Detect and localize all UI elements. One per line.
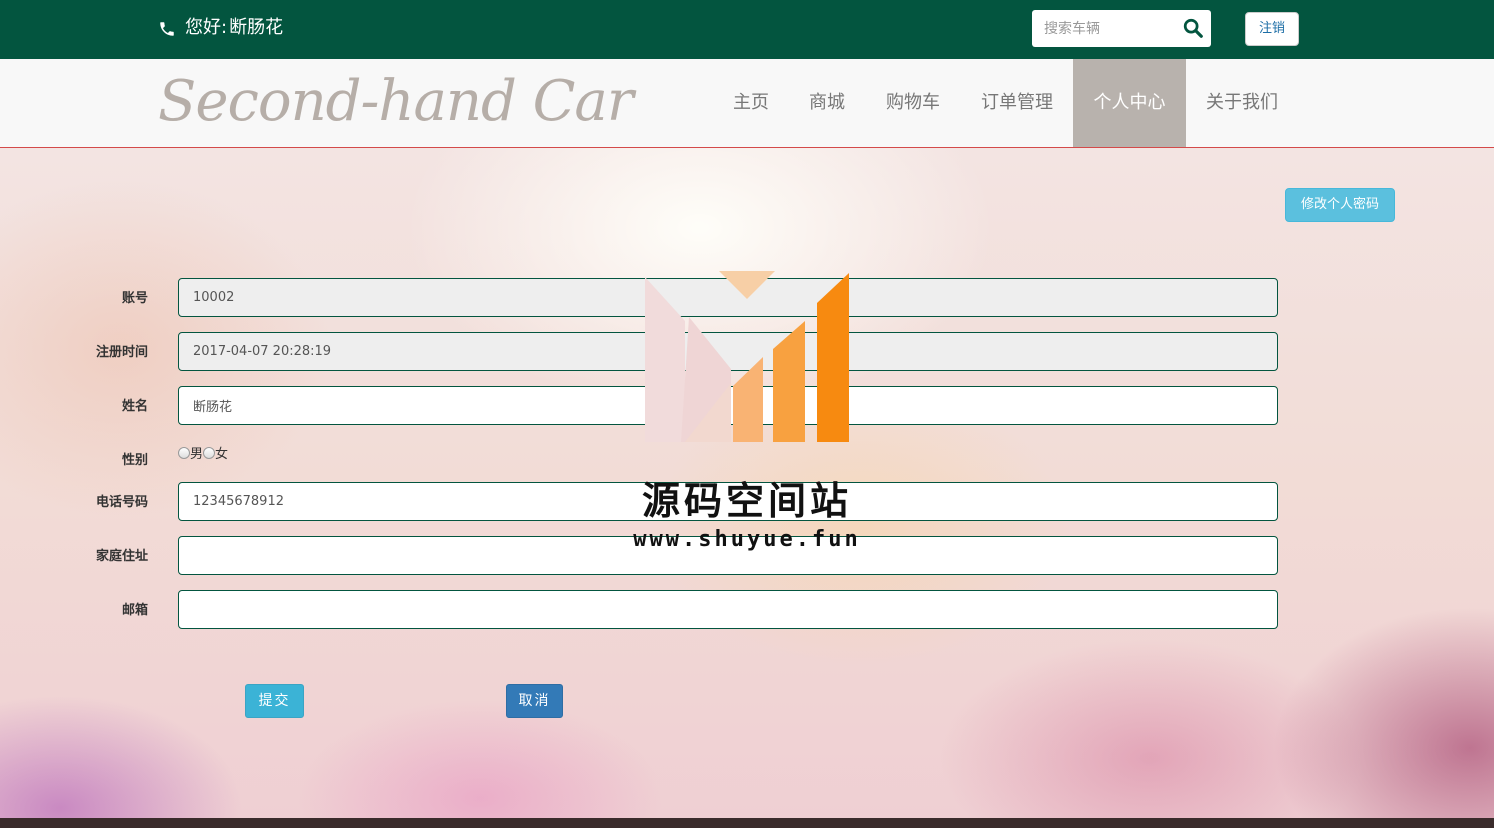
top-bar: 您好: 断肠花 注销	[0, 0, 1494, 59]
watermark-logo	[645, 271, 849, 442]
search-input[interactable]	[1032, 10, 1177, 47]
footer-strip	[0, 818, 1494, 828]
account-label: 账号	[121, 291, 148, 306]
email-label: 邮箱	[121, 603, 148, 618]
nav-about-us[interactable]: 关于我们	[1188, 59, 1296, 147]
submit-button[interactable]: 提交	[245, 684, 304, 718]
nav-shop[interactable]: 商城	[790, 59, 864, 147]
gender-male-label: 男	[190, 447, 204, 462]
gender-male-radio[interactable]	[178, 446, 190, 459]
address-label: 家庭住址	[95, 549, 148, 564]
nav-cart[interactable]: 购物车	[866, 59, 960, 147]
nav-home[interactable]: 主页	[714, 59, 788, 147]
main-navbar: Second-hand Car 主页 商城 购物车 订单管理 个人中心 关于我们	[0, 59, 1494, 148]
gender-radio-group: 男 女	[178, 443, 228, 462]
logout-button[interactable]: 注销	[1245, 12, 1299, 46]
gender-label: 性别	[121, 453, 148, 468]
gender-female-label: 女	[215, 447, 229, 462]
nav-orders[interactable]: 订单管理	[962, 59, 1072, 147]
site-logo[interactable]: Second-hand Car	[158, 67, 634, 137]
phone-label: 电话号码	[95, 495, 148, 510]
phone-icon	[160, 22, 174, 36]
nav-personal-center[interactable]: 个人中心	[1073, 59, 1186, 147]
user-greeting: 您好: 断肠花	[185, 14, 283, 42]
cancel-button[interactable]: 取消	[506, 684, 563, 718]
watermark-url: www.shuyue.fun	[633, 527, 861, 552]
email-field[interactable]	[178, 590, 1278, 629]
change-password-button[interactable]: 修改个人密码	[1285, 188, 1395, 222]
register-time-label: 注册时间	[95, 345, 148, 360]
name-label: 姓名	[121, 399, 148, 414]
search-icon[interactable]	[1182, 17, 1204, 39]
watermark-title: 源码空间站	[641, 479, 852, 523]
search-box	[1032, 10, 1211, 47]
username: 断肠花	[229, 17, 284, 38]
greeting-prefix: 您好:	[185, 17, 228, 38]
gender-female-radio[interactable]	[203, 446, 216, 459]
